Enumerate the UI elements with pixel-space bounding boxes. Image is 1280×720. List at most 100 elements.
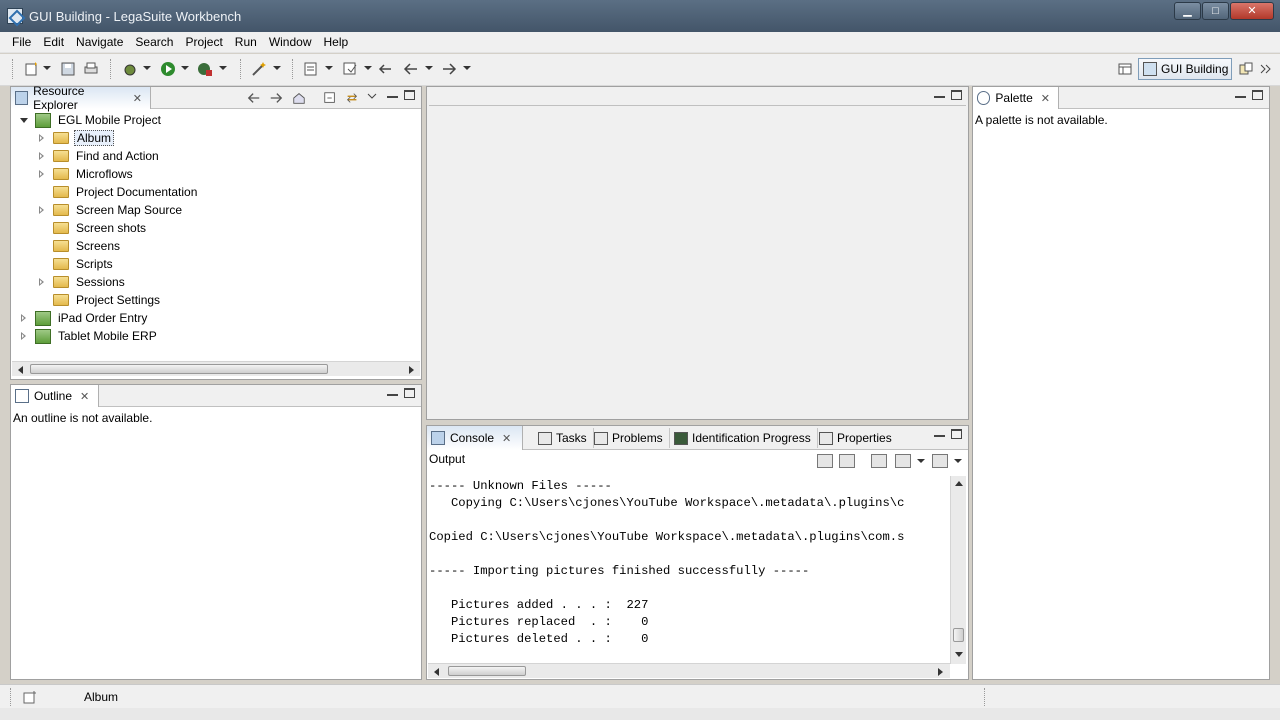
maximize-view-icon[interactable] <box>1252 90 1263 100</box>
scroll-down-icon[interactable] <box>955 652 963 657</box>
open-console-icon[interactable] <box>932 454 948 468</box>
debug-dropdown-icon[interactable] <box>143 66 151 70</box>
external-tools-dropdown-icon[interactable] <box>219 66 227 70</box>
annotation-icon[interactable] <box>342 61 358 77</box>
open-perspective-icon[interactable] <box>1117 61 1133 77</box>
home-icon[interactable] <box>292 91 306 105</box>
close-tab-icon[interactable]: ✕ <box>133 92 142 105</box>
wand-icon[interactable] <box>251 61 267 77</box>
annotation-dropdown-icon[interactable] <box>364 66 372 70</box>
tree-item[interactable]: Tablet Mobile ERP <box>19 327 159 345</box>
tab-tasks[interactable]: Tasks <box>532 428 594 448</box>
other-perspective-icon[interactable] <box>1238 61 1254 77</box>
menu-search[interactable]: Search <box>129 35 179 49</box>
new-icon[interactable] <box>24 61 40 77</box>
scroll-right-icon[interactable] <box>938 668 943 676</box>
tree-item[interactable]: Project Documentation <box>37 183 199 201</box>
collapsed-twisty-icon[interactable] <box>37 151 47 161</box>
tree-item[interactable]: Project Settings <box>37 291 162 309</box>
collapsed-twisty-icon[interactable] <box>37 169 47 179</box>
view-menu-icon[interactable] <box>367 91 377 101</box>
tab-outline[interactable]: Outline ✕ <box>11 385 99 407</box>
collapsed-twisty-icon[interactable] <box>37 205 47 215</box>
maximize-view-icon[interactable] <box>404 388 415 398</box>
menu-navigate[interactable]: Navigate <box>70 35 129 49</box>
tree-item[interactable]: Screen Map Source <box>37 201 184 219</box>
tab-problems[interactable]: Problems <box>588 428 670 448</box>
run-icon[interactable] <box>160 61 176 77</box>
tree-item[interactable]: Screens <box>37 237 122 255</box>
console-vscroll[interactable] <box>950 476 966 664</box>
console-hscroll[interactable] <box>428 663 950 678</box>
tree-item[interactable]: Find and Action <box>37 147 161 165</box>
tab-palette[interactable]: Palette ✕ <box>973 87 1059 109</box>
tree-item[interactable]: Album <box>37 129 115 147</box>
clear-console-icon[interactable] <box>817 454 833 468</box>
open-console-dropdown-icon[interactable] <box>954 459 962 463</box>
back-dropdown-icon[interactable] <box>425 66 433 70</box>
save-icon[interactable] <box>60 61 76 77</box>
menu-run[interactable]: Run <box>229 35 263 49</box>
maximize-view-icon[interactable] <box>404 90 415 100</box>
minimize-view-icon[interactable] <box>387 390 398 396</box>
resource-tree-hscroll[interactable] <box>12 361 420 376</box>
open-type-dropdown-icon[interactable] <box>325 66 333 70</box>
new-dropdown-icon[interactable] <box>43 66 51 70</box>
collapsed-twisty-icon[interactable] <box>37 133 47 143</box>
print-icon[interactable] <box>83 61 99 77</box>
tab-console[interactable]: Console ✕ <box>427 426 523 450</box>
more-perspectives-icon[interactable] <box>1258 61 1274 77</box>
scroll-left-icon[interactable] <box>18 366 23 374</box>
run-dropdown-icon[interactable] <box>181 66 189 70</box>
collapsed-twisty-icon[interactable] <box>37 277 47 287</box>
scroll-lock-icon[interactable] <box>839 454 855 468</box>
tree-item[interactable]: Microflows <box>37 165 135 183</box>
console-output[interactable]: ----- Unknown Files ----- Copying C:\Use… <box>429 478 950 661</box>
close-button[interactable]: ✕ <box>1230 2 1274 20</box>
maximize-view-icon[interactable] <box>951 429 962 439</box>
scroll-up-icon[interactable] <box>955 481 963 486</box>
minimize-view-icon[interactable] <box>934 431 945 437</box>
minimize-view-icon[interactable] <box>1235 92 1246 98</box>
external-tools-icon[interactable] <box>197 61 213 77</box>
tree-item[interactable]: EGL Mobile Project <box>19 111 163 129</box>
close-tab-icon[interactable]: ✕ <box>1041 92 1050 105</box>
tab-properties[interactable]: Properties <box>813 428 898 448</box>
minimize-editor-icon[interactable] <box>934 92 945 98</box>
perspective-gui-building[interactable]: GUI Building <box>1138 58 1232 80</box>
back-icon[interactable] <box>403 61 419 77</box>
menu-window[interactable]: Window <box>263 35 318 49</box>
maximize-editor-icon[interactable] <box>951 90 962 100</box>
scroll-left-icon[interactable] <box>434 668 439 676</box>
forward-icon[interactable] <box>269 91 283 105</box>
minimize-button[interactable]: ▁ <box>1174 2 1201 20</box>
scroll-right-icon[interactable] <box>409 366 414 374</box>
debug-icon[interactable] <box>122 61 138 77</box>
close-tab-icon[interactable]: ✕ <box>80 390 89 403</box>
expanded-twisty-icon[interactable] <box>19 115 29 125</box>
fast-view-icon[interactable] <box>22 689 38 705</box>
collapsed-twisty-icon[interactable] <box>19 331 29 341</box>
back-icon[interactable] <box>247 91 261 105</box>
tree-item[interactable]: Sessions <box>37 273 127 291</box>
close-tab-icon[interactable]: ✕ <box>502 432 511 445</box>
wand-dropdown-icon[interactable] <box>273 66 281 70</box>
collapse-all-icon[interactable] <box>323 91 337 105</box>
menu-project[interactable]: Project <box>179 35 228 49</box>
last-edit-icon[interactable] <box>377 61 393 77</box>
maximize-button[interactable]: □ <box>1202 2 1229 20</box>
pin-console-icon[interactable] <box>871 454 887 468</box>
tree-item[interactable]: Screen shots <box>37 219 148 237</box>
display-console-icon[interactable] <box>895 454 911 468</box>
display-console-dropdown-icon[interactable] <box>917 459 925 463</box>
tree-item[interactable]: Scripts <box>37 255 115 273</box>
menu-file[interactable]: File <box>6 35 37 49</box>
open-type-icon[interactable] <box>303 61 319 77</box>
scroll-thumb[interactable] <box>30 364 328 374</box>
collapsed-twisty-icon[interactable] <box>19 313 29 323</box>
forward-icon[interactable] <box>441 61 457 77</box>
link-with-editor-icon[interactable] <box>345 91 359 105</box>
menu-help[interactable]: Help <box>318 35 355 49</box>
tab-resource-explorer[interactable]: Resource Explorer ✕ <box>11 84 151 112</box>
scroll-thumb[interactable] <box>953 628 964 642</box>
